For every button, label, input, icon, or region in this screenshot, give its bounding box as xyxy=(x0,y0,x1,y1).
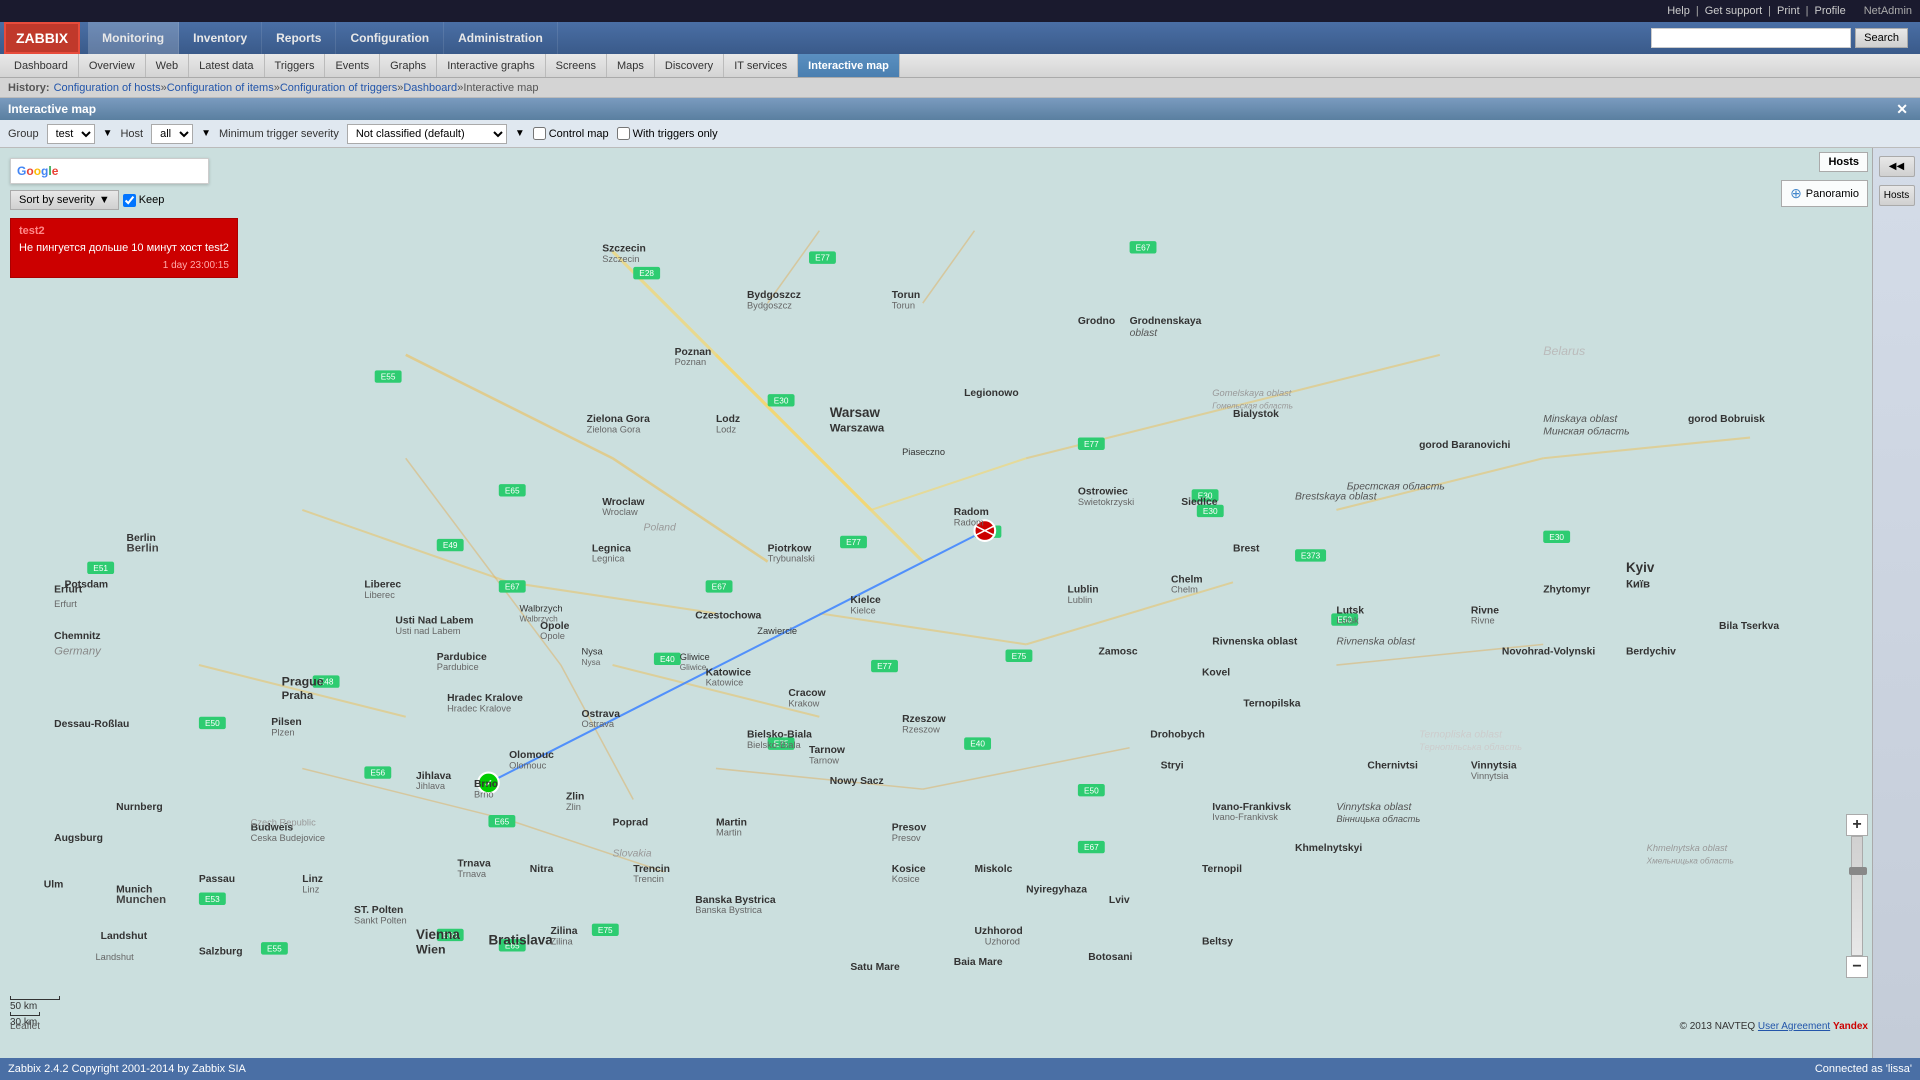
top-bar-right: Help | Get support | Print | Profile Net… xyxy=(1667,5,1912,17)
control-map-label: Control map xyxy=(549,128,609,140)
panoramio-panel[interactable]: ⊕ Panoramio xyxy=(1781,180,1868,207)
page-title: Interactive map xyxy=(8,102,96,116)
subnav-dashboard[interactable]: Dashboard xyxy=(4,54,79,77)
map-background xyxy=(0,148,1920,1058)
side-arrow-btn[interactable]: ◀◀ xyxy=(1879,156,1915,177)
subnav-web[interactable]: Web xyxy=(146,54,189,77)
sub-nav: Dashboard Overview Web Latest data Trigg… xyxy=(0,54,1920,78)
breadcrumb-items[interactable]: Configuration of items xyxy=(167,82,274,94)
help-link[interactable]: Help xyxy=(1667,5,1690,17)
hosts-label: Hosts xyxy=(1828,156,1859,168)
keep-checkbox-input[interactable] xyxy=(123,194,136,207)
main-nav: ZABBIX Monitoring Inventory Reports Conf… xyxy=(0,22,1920,54)
nav-inventory[interactable]: Inventory xyxy=(179,22,262,54)
severity-select[interactable]: Not classified (default) xyxy=(347,124,507,144)
leaflet-link[interactable]: Leaflet xyxy=(10,1021,40,1032)
severity-dropdown-icon[interactable]: ▼ xyxy=(515,128,525,139)
group-label: Group xyxy=(8,128,39,140)
print-link[interactable]: Print xyxy=(1777,5,1800,17)
google-search-input[interactable] xyxy=(62,162,202,180)
breadcrumb-triggers[interactable]: Configuration of triggers xyxy=(280,82,397,94)
scale-line-50 xyxy=(10,996,60,1000)
breadcrumb: History: Configuration of hosts » Config… xyxy=(0,78,1920,98)
with-triggers-label: With triggers only xyxy=(633,128,718,140)
google-logo: Google xyxy=(17,164,58,178)
search-area: Search xyxy=(1651,22,1916,54)
breadcrumb-current: Interactive map xyxy=(463,82,538,94)
scale-line-30 xyxy=(10,1012,40,1016)
page-header-bar: Interactive map ✕ xyxy=(0,98,1920,120)
control-map-checkbox[interactable] xyxy=(533,127,546,140)
status-bar: Zabbix 2.4.2 Copyright 2001-2014 by Zabb… xyxy=(0,1058,1920,1080)
google-search-overlay: Google xyxy=(10,158,209,184)
zoom-controls: + − xyxy=(1846,814,1868,978)
sort-severity-arrow: ▼ xyxy=(99,194,110,206)
alert-popup[interactable]: test2 Не пингуется дольше 10 минут хост … xyxy=(10,218,238,278)
subnav-interactive-map[interactable]: Interactive map xyxy=(798,54,900,77)
panoramio-label: Panoramio xyxy=(1806,188,1859,200)
host-select[interactable]: all xyxy=(151,124,193,144)
sort-severity-label: Sort by severity xyxy=(19,194,95,206)
keep-checkbox-area: Keep xyxy=(123,194,165,207)
map-container[interactable]: E28 E55 E65 E67 E67 E40 E77 E75 E77 E30 … xyxy=(0,148,1920,1058)
nav-reports[interactable]: Reports xyxy=(262,22,336,54)
control-map-checkbox-area: Control map xyxy=(533,127,609,140)
leaflet-attribution[interactable]: Leaflet xyxy=(10,1021,40,1032)
side-panel: ◀◀ Hosts xyxy=(1872,148,1920,1058)
connected-status: Connected as 'lissa' xyxy=(1815,1063,1912,1075)
severity-label: Minimum trigger severity xyxy=(219,128,339,140)
alert-title: test2 xyxy=(19,225,229,237)
subnav-latest-data[interactable]: Latest data xyxy=(189,54,264,77)
zoom-out-button[interactable]: − xyxy=(1846,956,1868,978)
breadcrumb-hosts[interactable]: Configuration of hosts xyxy=(54,82,161,94)
subnav-screens[interactable]: Screens xyxy=(546,54,607,77)
subnav-overview[interactable]: Overview xyxy=(79,54,146,77)
with-triggers-checkbox-area: With triggers only xyxy=(617,127,718,140)
controls-bar: Group test ▼ Host all ▼ Minimum trigger … xyxy=(0,120,1920,148)
support-link[interactable]: Get support xyxy=(1705,5,1762,17)
alert-time: 1 day 23:00:15 xyxy=(19,260,229,271)
breadcrumb-dashboard[interactable]: Dashboard xyxy=(403,82,457,94)
group-dropdown-icon[interactable]: ▼ xyxy=(103,128,113,139)
zoom-thumb[interactable] xyxy=(1849,867,1867,875)
page-close-button[interactable]: ✕ xyxy=(1892,101,1912,118)
copyright-text: © 2013 NAVTEQ xyxy=(1680,1021,1756,1032)
group-select[interactable]: test xyxy=(47,124,95,144)
sort-severity-area: Sort by severity ▼ Keep xyxy=(10,190,164,210)
keep-label: Keep xyxy=(139,194,165,206)
zabbix-logo: ZABBIX xyxy=(4,22,80,54)
subnav-discovery[interactable]: Discovery xyxy=(655,54,724,77)
host-label: Host xyxy=(120,128,143,140)
subnav-graphs[interactable]: Graphs xyxy=(380,54,437,77)
subnav-events[interactable]: Events xyxy=(325,54,380,77)
hosts-side-btn[interactable]: Hosts xyxy=(1879,185,1915,206)
nav-monitoring[interactable]: Monitoring xyxy=(88,22,179,54)
top-bar: Help | Get support | Print | Profile Net… xyxy=(0,0,1920,22)
panoramio-plus-icon: ⊕ xyxy=(1790,185,1802,202)
subnav-it-services[interactable]: IT services xyxy=(724,54,798,77)
subnav-interactive-graphs[interactable]: Interactive graphs xyxy=(437,54,545,77)
subnav-maps[interactable]: Maps xyxy=(607,54,655,77)
nav-configuration[interactable]: Configuration xyxy=(336,22,444,54)
copyright-notice: Zabbix 2.4.2 Copyright 2001-2014 by Zabb… xyxy=(8,1063,246,1075)
zoom-slider[interactable] xyxy=(1851,836,1863,956)
search-button[interactable]: Search xyxy=(1855,28,1908,48)
user-agreement-link[interactable]: User Agreement xyxy=(1758,1021,1830,1032)
zoom-in-button[interactable]: + xyxy=(1846,814,1868,836)
with-triggers-checkbox[interactable] xyxy=(617,127,630,140)
subnav-triggers[interactable]: Triggers xyxy=(265,54,326,77)
alert-message: Не пингуется дольше 10 минут хост test2 xyxy=(19,241,229,256)
hosts-panel-btn[interactable]: Hosts xyxy=(1819,152,1868,172)
search-input[interactable] xyxy=(1651,28,1851,48)
yandex-text: Yandex xyxy=(1833,1021,1868,1032)
map-copyright: © 2013 NAVTEQ User Agreement Yandex xyxy=(1680,1021,1868,1032)
profile-link[interactable]: Profile xyxy=(1815,5,1846,17)
host-dropdown-icon[interactable]: ▼ xyxy=(201,128,211,139)
sort-severity-button[interactable]: Sort by severity ▼ xyxy=(10,190,119,210)
nav-administration[interactable]: Administration xyxy=(444,22,558,54)
scale-label-50: 50 km xyxy=(10,1001,60,1012)
